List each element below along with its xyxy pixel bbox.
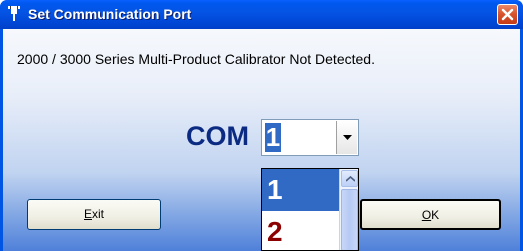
dialog-body: 2000 / 3000 Series Multi-Product Calibra… xyxy=(3,29,520,251)
com-label: COM xyxy=(186,121,249,151)
ok-button[interactable]: OK xyxy=(360,199,501,230)
chevron-down-icon xyxy=(343,135,352,140)
dropdown-button[interactable] xyxy=(336,121,357,154)
title-bar[interactable]: Set Communication Port xyxy=(0,0,523,29)
com-port-option-2[interactable]: 2 xyxy=(262,211,339,250)
scroll-up-button[interactable] xyxy=(341,170,358,187)
com-port-select[interactable]: 1 xyxy=(261,119,359,156)
com-port-dropdown-list: 1 2 xyxy=(261,168,359,251)
dropdown-scrollbar[interactable] xyxy=(339,169,358,250)
scroll-thumb[interactable] xyxy=(341,189,358,250)
exit-button-label: xit xyxy=(92,207,104,221)
close-icon xyxy=(501,8,514,21)
exit-button[interactable]: Exit xyxy=(27,199,161,230)
com-port-selected-value: 1 xyxy=(265,122,281,152)
ok-button-mnemonic: O xyxy=(421,208,432,222)
dialog-window: Set Communication Port 2000 / 3000 Serie… xyxy=(0,0,523,251)
exit-button-mnemonic: E xyxy=(83,207,92,221)
port-plug-icon xyxy=(5,5,23,23)
scroll-up-arrow-icon xyxy=(346,176,355,182)
close-button[interactable] xyxy=(497,4,518,25)
ok-button-label: K xyxy=(431,208,440,222)
status-message: 2000 / 3000 Series Multi-Product Calibra… xyxy=(17,51,375,67)
com-port-option-1[interactable]: 1 xyxy=(262,169,339,211)
window-title: Set Communication Port xyxy=(28,6,192,22)
